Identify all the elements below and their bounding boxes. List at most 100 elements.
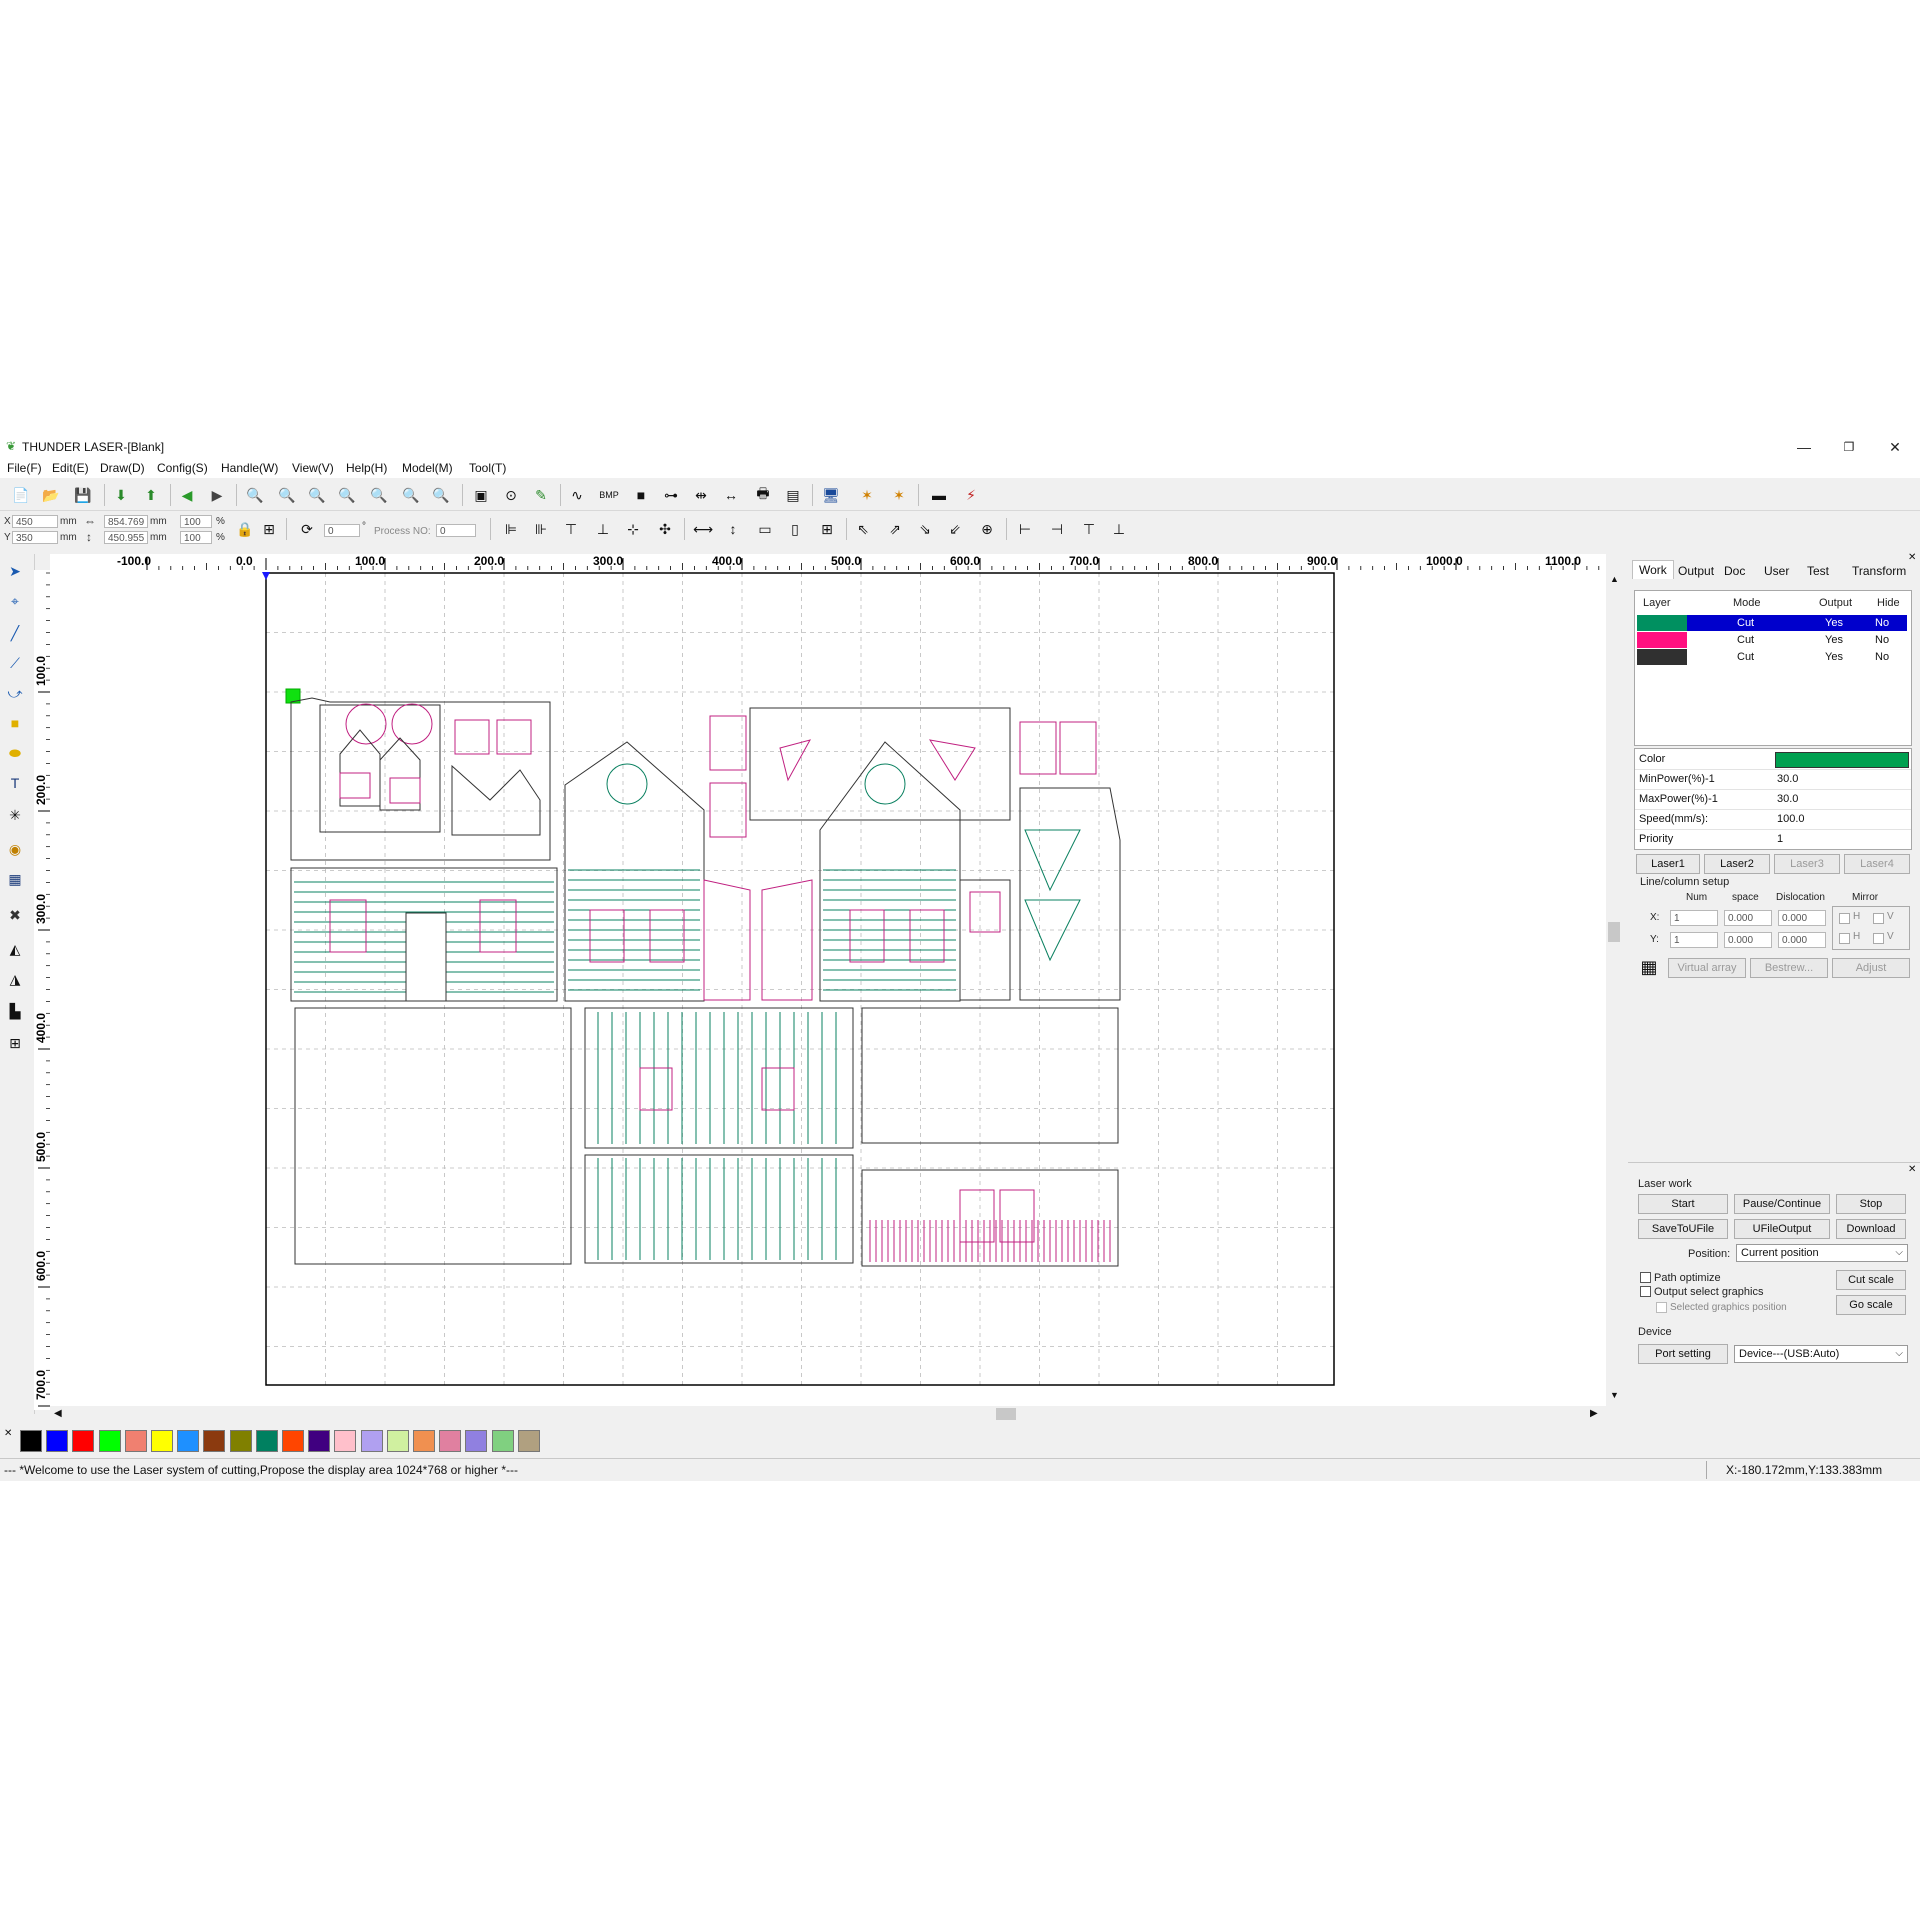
rotate-field[interactable]: 0 [324, 524, 360, 537]
adjust-button[interactable]: Adjust [1832, 958, 1910, 978]
stop-button[interactable]: Stop [1836, 1194, 1906, 1214]
laser4-tab[interactable]: Laser4 [1844, 854, 1910, 874]
align-right-icon[interactable]: ⊪ [530, 518, 552, 540]
prop-minpower-row[interactable]: MinPower(%)-1 30.0 [1635, 769, 1911, 790]
scale-height-field[interactable]: 100 [180, 531, 212, 544]
import-icon[interactable]: ⬇ [110, 484, 132, 506]
move-top-right-icon[interactable]: ⇗ [884, 518, 906, 540]
tab-doc[interactable]: Doc [1724, 564, 1745, 578]
node-tool-icon[interactable]: ⌖ [4, 590, 26, 612]
prop-color-value[interactable] [1775, 752, 1909, 768]
preview-icon[interactable]: ▤ [782, 484, 804, 506]
work-area[interactable] [50, 570, 1606, 1406]
pause-continue-button[interactable]: Pause/Continue [1734, 1194, 1830, 1214]
left-edge-icon[interactable]: ⊢ [1014, 518, 1036, 540]
laser-work-close-icon[interactable]: ✕ [1908, 1164, 1916, 1175]
save-to-ufile-button[interactable]: SaveToUFile [1638, 1219, 1728, 1239]
palette-swatch[interactable] [72, 1430, 95, 1452]
prop-speed-row[interactable]: Speed(mm/s): 100.0 [1635, 809, 1911, 830]
menu-handle[interactable]: Handle(W) [221, 461, 278, 475]
zoom-out-icon[interactable]: 🔍 [306, 484, 328, 506]
move-bottom-right-icon[interactable]: ⇘ [914, 518, 936, 540]
menu-view[interactable]: View(V) [292, 461, 334, 475]
palette-swatch[interactable] [517, 1430, 540, 1452]
device-select[interactable]: Device---(USB:Auto) ⌵ [1734, 1345, 1908, 1363]
ellipse-tool-icon[interactable]: ⬬ [4, 742, 26, 764]
node-edit-icon[interactable]: ⊙ [500, 484, 522, 506]
prop-color-row[interactable]: Color [1635, 749, 1911, 770]
image-tool-icon[interactable]: ◉ [4, 838, 26, 860]
new-file-icon[interactable]: 📄 [10, 484, 32, 506]
mirror-h-tool-icon[interactable]: ◭ [4, 938, 26, 960]
array-grid-icon[interactable]: ▦ [1638, 956, 1660, 978]
mirror-x-h-checkbox[interactable] [1839, 913, 1850, 924]
distribute-h-icon[interactable]: ▭ [754, 518, 776, 540]
smooth-curve-icon[interactable]: ✎ [530, 484, 552, 506]
palette-swatch[interactable] [203, 1430, 226, 1452]
position-select[interactable]: Current position ⌵ [1736, 1244, 1908, 1262]
palette-swatch[interactable] [413, 1430, 435, 1452]
output-select-checkbox[interactable] [1640, 1286, 1651, 1297]
palette-swatch[interactable] [282, 1430, 304, 1452]
layer-row[interactable]: Cut Yes No [1637, 615, 1907, 631]
line-tool-icon[interactable]: ╱ [4, 622, 26, 644]
palette-swatch[interactable] [46, 1430, 69, 1452]
tab-output[interactable]: Output [1678, 564, 1714, 578]
lc-y-num[interactable]: 1 [1670, 932, 1718, 948]
zoom-fit-icon[interactable]: 🔍 [430, 484, 452, 506]
laser3-tab[interactable]: Laser3 [1774, 854, 1840, 874]
vertical-scrollbar[interactable]: ▲ ▼ [1606, 570, 1622, 1406]
width-field[interactable]: 854.769 [104, 515, 148, 528]
zoom-data-icon[interactable]: 🔍 [400, 484, 422, 506]
palette-swatch[interactable] [20, 1430, 42, 1452]
same-width-icon[interactable]: ⟷ [692, 518, 714, 540]
open-file-icon[interactable]: 📂 [40, 484, 62, 506]
layer-output[interactable]: Yes [1825, 617, 1843, 629]
curve-icon[interactable]: ∿ [566, 484, 588, 506]
palette-swatch[interactable] [98, 1430, 121, 1452]
process-field[interactable]: 0 [436, 524, 476, 537]
menu-edit[interactable]: Edit(E) [52, 461, 89, 475]
distribute-v-icon[interactable]: ▯ [784, 518, 806, 540]
tab-transform[interactable]: Transform [1852, 564, 1906, 578]
redo-icon[interactable]: ▶ [206, 484, 228, 506]
selected-position-checkbox[interactable] [1656, 1302, 1667, 1313]
menu-help[interactable]: Help(H) [346, 461, 387, 475]
prop-value[interactable]: 1 [1777, 833, 1783, 845]
monitor-icon[interactable]: 🖥 [820, 484, 842, 506]
lock-ratio-icon[interactable]: 🔒 [234, 518, 256, 540]
print-icon[interactable]: 🖶 [752, 484, 774, 506]
height-field[interactable]: 450.955 [104, 531, 148, 544]
palette-swatch[interactable] [360, 1430, 383, 1452]
tab-test[interactable]: Test [1807, 564, 1829, 578]
palette-swatch[interactable] [491, 1430, 514, 1452]
palette-close-icon[interactable]: ✕ [4, 1428, 12, 1439]
lc-x-num[interactable]: 1 [1670, 910, 1718, 926]
align-top-icon[interactable]: ⊤ [560, 518, 582, 540]
select-rect-icon[interactable]: ▣ [470, 484, 492, 506]
center-page-icon[interactable]: ⊞ [816, 518, 838, 540]
laser-beam-icon[interactable]: ⚡ [960, 484, 982, 506]
menu-tool[interactable]: Tool(T) [469, 461, 506, 475]
measure-icon[interactable]: ↔ [720, 484, 742, 506]
palette-swatch[interactable] [334, 1430, 357, 1452]
palette-swatch[interactable] [255, 1430, 278, 1452]
layer-tool-icon[interactable]: ▙ [4, 1000, 26, 1022]
close-button[interactable]: ✕ [1872, 436, 1918, 458]
panel-close-icon[interactable]: ✕ [1908, 552, 1916, 563]
save-file-icon[interactable]: 💾 [72, 484, 94, 506]
port-setting-button[interactable]: Port setting [1638, 1344, 1728, 1364]
delete-tool-icon[interactable]: ✖ [4, 904, 26, 926]
grid-anchor-icon[interactable]: ⊞ [258, 518, 280, 540]
grid-tool-icon[interactable]: ▦ [4, 868, 26, 890]
palette-swatch[interactable] [151, 1430, 173, 1452]
cut-scale-button[interactable]: Cut scale [1836, 1270, 1906, 1290]
size-icon[interactable]: ⇹ [690, 484, 712, 506]
ufile-output-button[interactable]: UFileOutput [1734, 1219, 1830, 1239]
palette-swatch[interactable] [124, 1430, 147, 1452]
mirror-y-v-checkbox[interactable] [1873, 933, 1884, 944]
align-bottom-icon[interactable]: ⊥ [592, 518, 614, 540]
start-button[interactable]: Start [1638, 1194, 1728, 1214]
right-edge-icon[interactable]: ⊣ [1046, 518, 1068, 540]
maximize-button[interactable]: ❐ [1826, 436, 1872, 458]
